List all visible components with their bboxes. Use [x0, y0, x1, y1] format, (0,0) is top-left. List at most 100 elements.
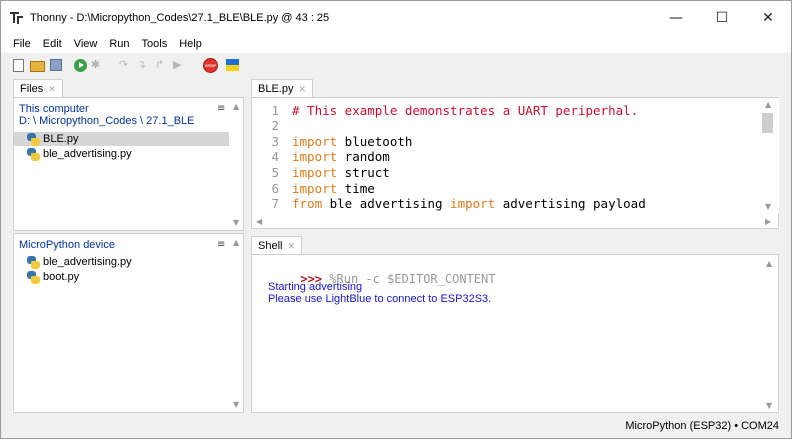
tab-ble-py-label: BLE.py: [258, 83, 294, 95]
python-file-icon: [27, 270, 40, 284]
code-line: 1 # This example demonstrates a UART peri…: [252, 102, 638, 118]
scroll-right-icon[interactable]: ▶: [765, 217, 771, 226]
line-number: 6: [271, 180, 279, 196]
code-token: # This example demonstrates a UART perip…: [292, 102, 639, 118]
device-title: MicroPython device: [19, 239, 115, 251]
tab-shell-label: Shell: [258, 240, 283, 252]
file-item-ble[interactable]: BLE.py: [14, 132, 229, 146]
line-number: 5: [271, 164, 279, 180]
menu-help[interactable]: Help: [173, 38, 208, 50]
close-button[interactable]: ✕: [745, 1, 791, 35]
close-icon[interactable]: ✕: [48, 84, 56, 95]
editor-tabbar: BLE.py ✕: [251, 79, 314, 98]
shell-output-line: Please use LightBlue to connect to ESP32…: [268, 293, 492, 305]
interpreter-status[interactable]: MicroPython (ESP32) • COM24: [625, 420, 779, 432]
tab-files-label: Files: [20, 83, 44, 95]
menu-run[interactable]: Run: [103, 38, 135, 50]
scroll-up-icon[interactable]: ▲: [766, 259, 772, 268]
shell-panel[interactable]: >>> %Run -c $EDITOR_CONTENT Starting adv…: [251, 254, 779, 413]
minimize-button[interactable]: —: [653, 1, 699, 35]
device-file-ble-advertising[interactable]: ble_advertising.py: [14, 255, 229, 269]
code-editor[interactable]: 1 # This example demonstrates a UART peri…: [252, 98, 779, 213]
scroll-up-icon[interactable]: ▲: [233, 102, 239, 111]
menu-tools[interactable]: Tools: [136, 38, 174, 50]
scroll-up-icon[interactable]: ▲: [765, 100, 771, 109]
shell-tabbar: Shell ✕: [251, 236, 303, 255]
menu-icon[interactable]: ≡: [217, 103, 225, 114]
step-into-icon[interactable]: ↴: [137, 59, 153, 71]
maximize-button[interactable]: ☐: [699, 1, 745, 35]
step-out-icon[interactable]: ↱: [155, 59, 171, 71]
python-file-icon: [27, 132, 40, 146]
step-over-icon[interactable]: ↷: [119, 59, 135, 71]
debug-icon[interactable]: ✱: [91, 59, 103, 71]
thonny-logo-icon: [10, 11, 24, 25]
file-item-ble-advertising[interactable]: ble_advertising.py: [14, 147, 229, 161]
line-number: 4: [271, 149, 279, 165]
code-token: random: [337, 149, 390, 165]
line-number: 3: [271, 133, 279, 149]
code-token: struct: [337, 164, 390, 180]
menu-view[interactable]: View: [68, 38, 104, 50]
menu-file[interactable]: File: [7, 38, 37, 50]
stop-icon[interactable]: STOP: [203, 57, 218, 73]
python-file-icon: [27, 147, 40, 161]
line-number: 1: [271, 102, 279, 118]
code-token: import: [292, 180, 338, 196]
file-name: ble_advertising.py: [43, 148, 132, 160]
code-line: 6 import time: [252, 180, 375, 196]
tab-files[interactable]: Files ✕: [13, 79, 63, 98]
status-bar: MicroPython (ESP32) • COM24: [1, 416, 791, 438]
close-icon[interactable]: ✕: [298, 84, 306, 95]
ukraine-flag-icon[interactable]: [226, 59, 239, 71]
save-icon[interactable]: [50, 59, 62, 71]
window-controls: — ☐ ✕: [653, 1, 791, 35]
scroll-down-icon[interactable]: ▼: [765, 202, 771, 211]
code-token: import: [292, 149, 338, 165]
file-name: ble_advertising.py: [43, 256, 132, 268]
code-token: from: [292, 196, 323, 212]
code-line: 7 from ble advertising import advertising…: [252, 196, 646, 212]
editor-scrollbar-thumb[interactable]: [762, 113, 773, 133]
menu-edit[interactable]: Edit: [37, 38, 68, 50]
code-token: import: [292, 164, 338, 180]
scroll-down-icon[interactable]: ▼: [766, 401, 772, 410]
this-computer-title: This computer: [19, 103, 89, 115]
computer-path-breadcrumb[interactable]: D: \ Micropython_Codes \ 27.1_BLE: [19, 115, 194, 127]
code-token: advertising payload: [495, 196, 646, 212]
thonny-window: Thonny - D:\Micropython_Codes\27.1_BLE\B…: [0, 0, 792, 439]
device-file-boot[interactable]: boot.py: [14, 270, 229, 284]
scroll-down-icon[interactable]: ▼: [233, 218, 239, 227]
code-token: ble advertising: [322, 196, 451, 212]
file-name: BLE.py: [43, 133, 79, 145]
scroll-up-icon[interactable]: ▲: [233, 238, 239, 247]
this-computer-panel: This computer D: \ Micropython_Codes \ 2…: [13, 97, 244, 231]
code-token: import: [292, 133, 338, 149]
resume-icon[interactable]: ▶: [173, 59, 189, 71]
scroll-left-icon[interactable]: ◀: [256, 217, 262, 226]
tab-shell[interactable]: Shell ✕: [251, 236, 303, 255]
new-file-icon[interactable]: [13, 58, 24, 72]
line-number: 2: [271, 118, 279, 134]
title-bar: Thonny - D:\Micropython_Codes\27.1_BLE\B…: [1, 1, 791, 35]
micropython-device-panel: MicroPython device ≡ ▲ ▼ ble_advertising…: [13, 233, 244, 413]
code-token: import: [450, 196, 496, 212]
tab-ble-py[interactable]: BLE.py ✕: [251, 79, 314, 98]
run-icon[interactable]: [74, 58, 87, 72]
window-title: Thonny - D:\Micropython_Codes\27.1_BLE\B…: [30, 12, 330, 24]
line-number: 7: [271, 196, 279, 212]
code-line: 4 import random: [252, 149, 390, 165]
scroll-down-icon[interactable]: ▼: [233, 400, 239, 409]
file-name: boot.py: [43, 271, 80, 283]
code-line: 5 import struct: [252, 164, 390, 180]
close-icon[interactable]: ✕: [287, 241, 295, 252]
files-tabbar: Files ✕: [13, 79, 63, 98]
open-file-icon[interactable]: [30, 60, 45, 72]
menu-icon[interactable]: ≡: [217, 239, 225, 250]
code-token: time: [337, 180, 375, 196]
code-line: 2: [252, 118, 292, 134]
code-line: 3 import bluetooth: [252, 133, 412, 149]
python-file-icon: [27, 255, 40, 269]
code-token: bluetooth: [337, 133, 413, 149]
toolbar: ✱ ↷ ↴ ↱ ▶ STOP: [1, 53, 791, 77]
